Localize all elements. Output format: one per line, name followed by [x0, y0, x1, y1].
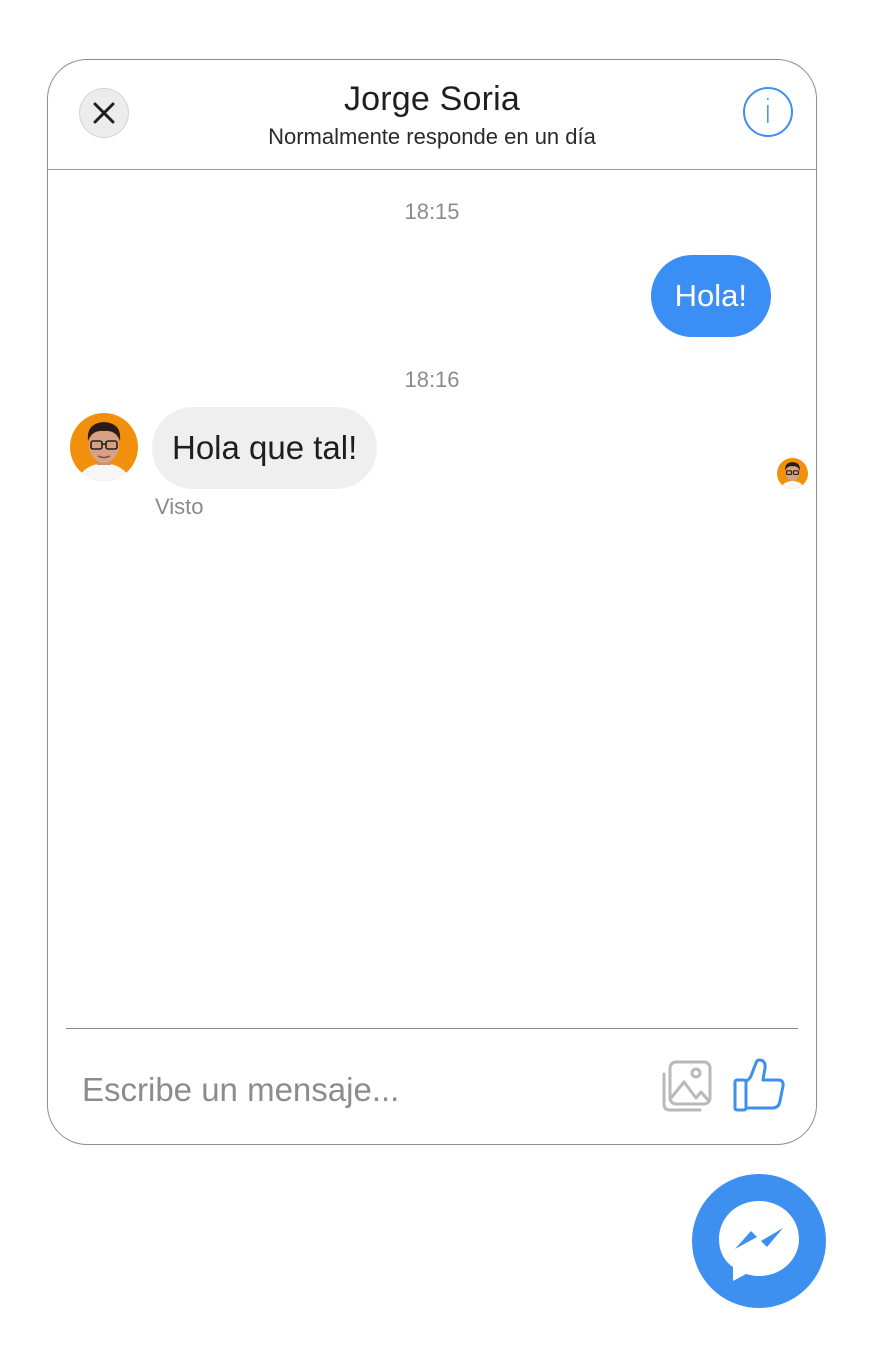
seen-avatar [777, 458, 808, 489]
incoming-message-bubble[interactable]: Hola que tal! [152, 407, 378, 489]
attach-image-button[interactable] [658, 1058, 714, 1114]
info-button[interactable]: i [743, 87, 793, 137]
message-timestamp: 18:16 [404, 367, 460, 392]
chat-window: Jorge Soria Normalmente responde en un d… [47, 59, 817, 1145]
contact-name: Jorge Soria [343, 80, 521, 118]
chat-header: Jorge Soria Normalmente responde en un d… [48, 60, 816, 170]
seen-status: Visto [155, 494, 204, 519]
image-icon [662, 1060, 712, 1112]
composer-divider [66, 1028, 798, 1029]
outgoing-message-bubble[interactable]: Hola! [650, 255, 771, 337]
contact-avatar[interactable] [70, 413, 138, 481]
messenger-icon [719, 1201, 799, 1281]
info-icon: i [763, 91, 773, 131]
like-button[interactable] [730, 1056, 786, 1116]
message-timestamp: 18:15 [404, 199, 460, 224]
messenger-launcher-button[interactable] [692, 1174, 826, 1308]
contact-status: Normalmente responde en un día [268, 124, 596, 149]
thumbs-up-icon [733, 1058, 785, 1112]
message-input[interactable] [70, 1058, 654, 1122]
